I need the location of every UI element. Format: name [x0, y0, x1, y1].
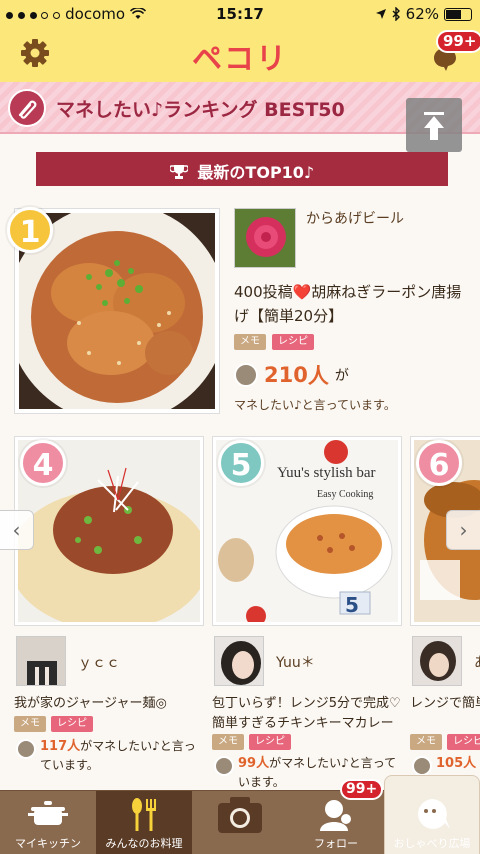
tab-label: おしゃべり広場: [393, 837, 471, 850]
battery-percent: 62%: [405, 5, 439, 23]
tab-my-kitchen[interactable]: マイキッチン: [0, 791, 96, 854]
memo-tag: メモ: [234, 334, 266, 350]
app-header: ペコリ 99+: [0, 28, 480, 82]
ribbon-label: 最新のTOP10♪: [197, 163, 315, 182]
photo-caption: Yuu's stylish bar: [277, 465, 376, 481]
avatar[interactable]: [412, 636, 462, 686]
recipe-title[interactable]: 包丁いらず！レンジ5分で完成♡簡単すぎるチキンキーマカレー: [212, 694, 402, 734]
scroll-to-top-button[interactable]: [406, 98, 462, 152]
recipe-card[interactable]: 6 あ レンジで簡単絶品鶏チャー メモ レシピ 105人: [410, 436, 480, 790]
bluetooth-icon: [392, 7, 400, 21]
memo-tag: メモ: [14, 716, 46, 732]
trophy-icon: [168, 165, 189, 179]
memo-tag: メモ: [212, 734, 244, 750]
tab-follow[interactable]: フォロー: [288, 791, 384, 854]
recipe-title[interactable]: 我が家のジャージャー麺◎: [14, 694, 204, 714]
count-value: 105人: [436, 756, 477, 771]
clip-icon: [234, 363, 258, 387]
recipe-tag: レシピ: [51, 716, 93, 732]
chevron-right-icon: ›: [459, 518, 468, 542]
notification-badge[interactable]: 99+: [436, 30, 480, 53]
avatar[interactable]: [234, 208, 296, 268]
clip-icon: [8, 89, 46, 127]
count-value: 99人: [238, 756, 270, 771]
recipe-tag: レシピ: [272, 334, 314, 350]
rank-badge: 4: [20, 440, 66, 486]
tab-label: フォロー: [314, 837, 358, 850]
tab-everyones-cooking[interactable]: みんなのお料理: [96, 791, 192, 854]
tab-chat-plaza[interactable]: おしゃべり広場: [384, 791, 480, 854]
camera-icon: [218, 797, 262, 833]
recipe-title[interactable]: 400投稿❤️胡麻ねぎラーポン唐揚げ【簡単20分】: [234, 280, 470, 328]
avatar[interactable]: [214, 636, 264, 686]
status-bar: docomo 15:17 62%: [0, 0, 480, 28]
chat-face-icon: [418, 799, 450, 829]
arrow-up-icon: [424, 112, 444, 140]
tab-label: みんなのお料理: [105, 837, 183, 850]
ranking-title: マネしたい♪ランキング BEST50: [56, 99, 345, 121]
count-value: 210: [264, 363, 308, 387]
photo-subcaption: Easy Cooking: [317, 489, 374, 500]
chevron-left-icon: ‹: [12, 518, 21, 542]
recipe-photo[interactable]: 1: [7, 207, 220, 414]
top1-recipe[interactable]: 1 からあげビール 400投稿❤️胡麻ねぎラーポン唐揚げ【簡単20分】 メモ レ…: [0, 200, 480, 422]
username[interactable]: あ: [474, 652, 480, 672]
username[interactable]: からあげビール: [306, 208, 404, 228]
avatar[interactable]: [16, 636, 66, 686]
recipe-carousel[interactable]: 4 ｙｃｃ 我が家のジャージャー麺◎ メモ レシピ 117人がマネしたい♪と言っ…: [0, 436, 480, 790]
mane-count: 210 人 が: [234, 360, 349, 390]
rank-badge: 6: [416, 440, 462, 486]
carousel-prev-button[interactable]: ‹: [0, 510, 34, 550]
recipe-tag: レシピ: [249, 734, 291, 750]
clip-icon: [16, 739, 36, 759]
tab-label: マイキッチン: [15, 837, 81, 850]
recipe-card[interactable]: Yuu's stylish bar Easy Cooking 5 5 Yuu＊ …: [212, 436, 402, 790]
memo-tag: メモ: [410, 734, 442, 750]
username[interactable]: ｙｃｃ: [78, 652, 120, 672]
section-ribbon: 最新のTOP10♪: [36, 152, 448, 186]
clip-icon: [214, 756, 234, 776]
username[interactable]: Yuu＊: [276, 652, 315, 672]
tab-camera[interactable]: [192, 775, 480, 854]
tag-list: メモ レシピ: [212, 734, 291, 750]
battery-icon: [444, 7, 472, 21]
pot-icon: [28, 801, 68, 825]
count-caption: マネしたい♪と言っています。: [234, 398, 396, 412]
location-arrow-icon: [375, 9, 386, 19]
recipe-tag: レシピ: [447, 734, 480, 750]
mane-count: 105人: [412, 754, 480, 776]
status-right: 62%: [375, 5, 472, 23]
mane-count: 117人がマネしたい♪と言っています。: [16, 737, 204, 774]
photo-number: 5: [345, 593, 359, 617]
count-value: 117人: [40, 739, 81, 754]
tab-bar: マイキッチン みんなのお料理 フォロー 99+ おしゃべり広場: [0, 775, 480, 854]
clip-icon: [412, 756, 432, 776]
follow-badge: 99+: [340, 779, 384, 800]
tag-list: メモ レシピ: [410, 734, 480, 750]
carousel-next-button[interactable]: ›: [446, 510, 480, 550]
app-logo: ペコリ: [192, 42, 288, 77]
recipe-card[interactable]: 4 ｙｃｃ 我が家のジャージャー麺◎ メモ レシピ 117人がマネしたい♪と言っ…: [9, 436, 209, 790]
person-icon: [320, 800, 351, 831]
tag-list: メモ レシピ: [14, 716, 93, 732]
rank-badge: 1: [7, 207, 53, 253]
rank-badge: 5: [218, 440, 264, 486]
count-unit: 人: [307, 364, 329, 388]
count-suffix: が: [334, 368, 349, 384]
tag-list: メモ レシピ: [234, 334, 314, 350]
fork-spoon-icon: [132, 798, 156, 831]
recipe-title[interactable]: レンジで簡単絶品鶏チャー: [410, 694, 480, 714]
